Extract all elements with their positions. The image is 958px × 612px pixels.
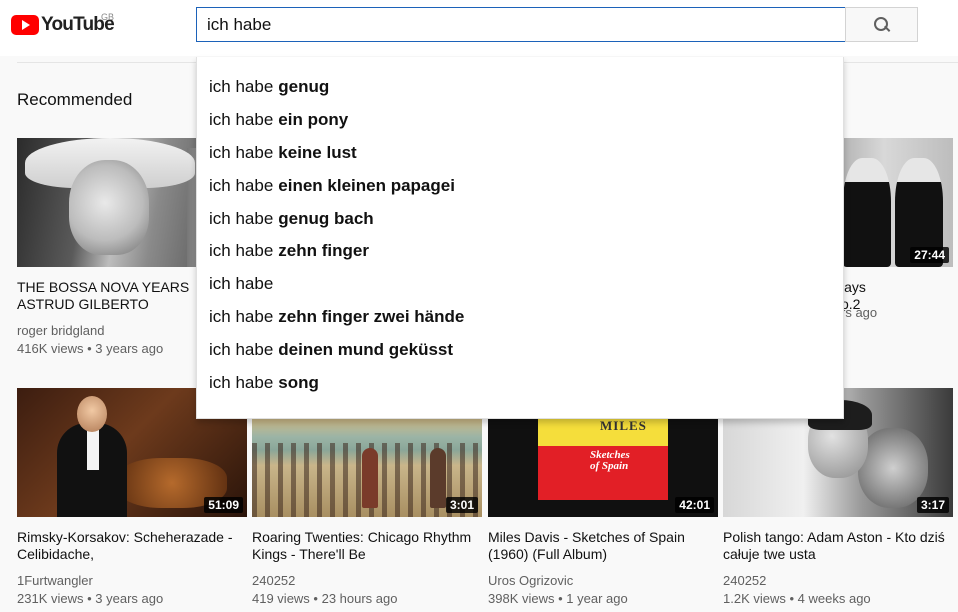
video-card[interactable]: 3:01 Roaring Twenties: Chicago Rhythm Ki… — [252, 388, 482, 608]
search-icon — [873, 16, 890, 33]
poster-text: Sketches of Spain — [590, 449, 630, 472]
view-count: 231K views — [17, 591, 84, 606]
video-duration: 42:01 — [675, 497, 714, 513]
upload-age: 23 hours ago — [321, 591, 398, 606]
suggestion-item[interactable]: ich habe keine lust — [197, 137, 843, 170]
upload-age: 1 year ago — [566, 591, 628, 606]
channel-name[interactable]: 1Furtwangler — [17, 572, 247, 590]
view-count: 419 views — [252, 591, 310, 606]
search-box[interactable] — [196, 7, 846, 42]
video-duration: 51:09 — [204, 497, 243, 513]
suggestion-item[interactable]: ich habe genug bach — [197, 202, 843, 235]
poster-text: MILES — [600, 418, 647, 433]
upload-age: rs ago — [841, 305, 878, 320]
suggestion-item[interactable]: ich habe song — [197, 366, 843, 399]
video-meta: 398K views • 1 year ago — [488, 591, 628, 606]
suggestion-item[interactable]: ich habe genug — [197, 71, 843, 104]
video-title[interactable]: Miles Davis - Sketches of Spain (1960) (… — [488, 529, 718, 563]
video-meta: 419 views • 23 hours ago — [252, 591, 398, 606]
video-title[interactable]: Polish tango: Adam Aston - Kto dziś cału… — [723, 529, 953, 563]
suggestion-item[interactable]: ich habe zehn finger zwei hände — [197, 301, 843, 334]
section-title: Recommended — [17, 90, 133, 109]
suggestion-item[interactable]: ich habe einen kleinen papagei — [197, 169, 843, 202]
video-duration: 3:17 — [916, 497, 949, 513]
video-duration: 3:01 — [445, 497, 478, 513]
search-suggestions: ich habe genug ich habe ein pony ich habe k… — [196, 57, 844, 419]
video-title[interactable]: Roaring Twenties: Chicago Rhythm Kings -… — [252, 529, 482, 563]
suggestion-item[interactable]: ich habe — [197, 268, 843, 301]
video-card[interactable]: MILES Sketches of Spain 42:01 Miles Davis… — [488, 388, 718, 608]
masthead: YouTube GB — [0, 0, 958, 56]
video-title[interactable]: Rimsky-Korsakov: Scheherazade - Celibida… — [17, 529, 247, 563]
video-card[interactable]: 3:17 Polish tango: Adam Aston - Kto dziś… — [723, 388, 953, 608]
channel-name[interactable]: 240252 — [252, 572, 482, 590]
upload-age: 3 years ago — [95, 341, 164, 356]
upload-age: 4 weeks ago — [797, 591, 871, 606]
region-label: GB — [101, 12, 115, 22]
video-duration: 27:44 — [910, 247, 949, 263]
channel-name[interactable]: Uros Ogrizovic — [488, 572, 718, 590]
view-count: 1.2K views — [723, 591, 786, 606]
video-meta: 231K views • 3 years ago — [17, 591, 164, 606]
upload-age: 3 years ago — [95, 591, 164, 606]
view-count: 398K views — [488, 591, 555, 606]
youtube-logo[interactable]: YouTube — [11, 14, 115, 36]
suggestion-item[interactable]: ich habe deinen mund geküsst — [197, 333, 843, 366]
channel-name[interactable]: 240252 — [723, 572, 953, 590]
suggestion-item[interactable]: ich habe zehn finger — [197, 235, 843, 268]
suggestion-item[interactable]: ich habe ein pony — [197, 104, 843, 137]
video-card[interactable]: 51:09 Rimsky-Korsakov: Scheherazade - Ce… — [17, 388, 247, 608]
view-count: 416K views — [17, 341, 84, 356]
search-button[interactable] — [845, 7, 918, 42]
search-input[interactable] — [207, 15, 835, 35]
play-icon — [11, 15, 39, 35]
video-meta: 1.2K views • 4 weeks ago — [723, 591, 871, 606]
